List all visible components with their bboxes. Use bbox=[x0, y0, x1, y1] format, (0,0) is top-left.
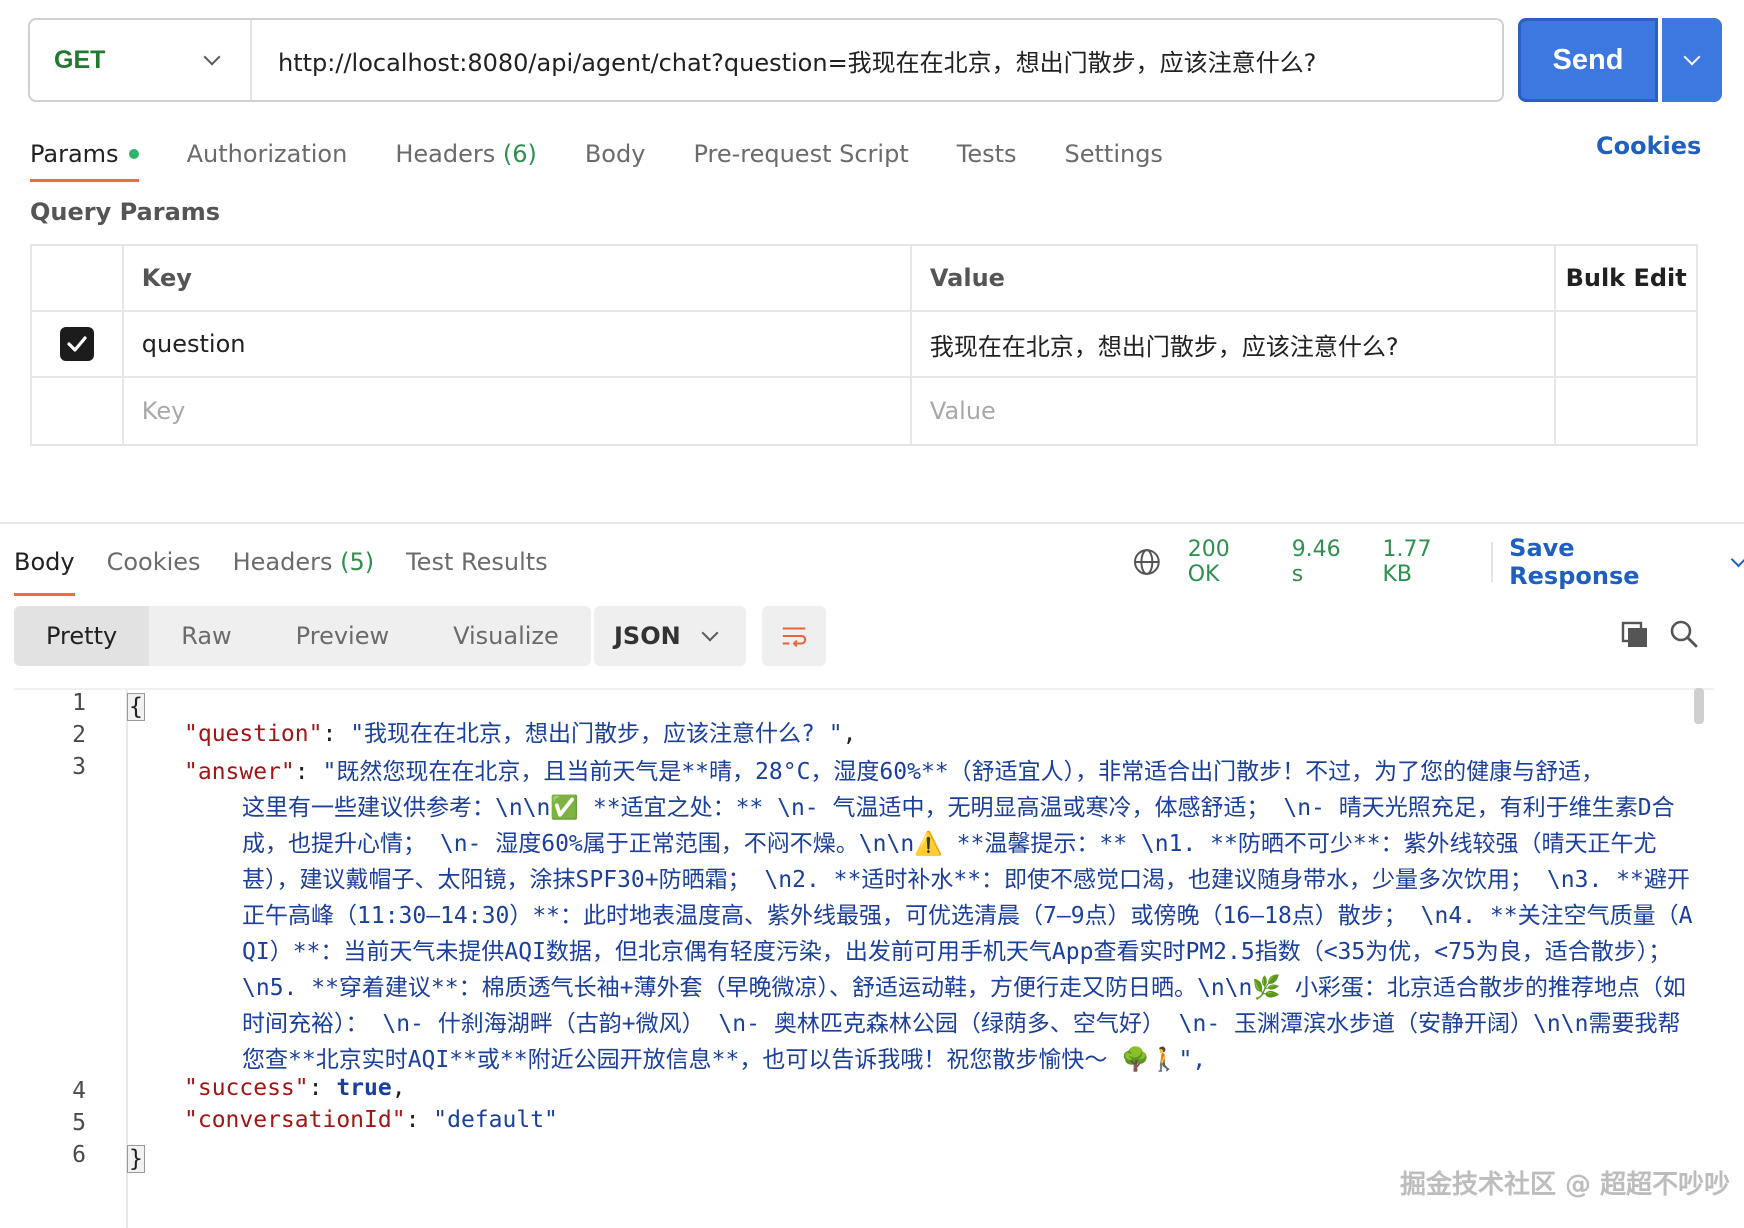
tab-params[interactable]: Params bbox=[30, 128, 139, 182]
close-brace: } bbox=[127, 1145, 145, 1173]
response-body-editor[interactable]: 1 2 3 4 5 6 { "question": "我现在在北京，想出门散步，… bbox=[14, 688, 1714, 1228]
line-number: 5 bbox=[72, 1110, 86, 1136]
request-tabs: Params Authorization Headers (6) Body Pr… bbox=[30, 128, 1211, 184]
save-response-label: Save Response bbox=[1509, 534, 1640, 590]
code-line-question: "question": "我现在在北京，想出门散步，应该注意什么? ", bbox=[184, 721, 857, 747]
view-preview-button[interactable]: Preview bbox=[264, 606, 421, 666]
response-size[interactable]: 1.77 KB bbox=[1383, 537, 1468, 587]
format-label: JSON bbox=[614, 622, 681, 650]
empty-actions-cell bbox=[1556, 378, 1696, 444]
tab-headers-label: Headers bbox=[395, 140, 496, 168]
tab-response-cookies[interactable]: Cookies bbox=[107, 536, 201, 588]
json-key: "success" bbox=[184, 1075, 309, 1101]
tab-settings[interactable]: Settings bbox=[1065, 128, 1163, 180]
json-key: "conversationId" bbox=[184, 1107, 406, 1133]
row-checkbox-cell bbox=[32, 312, 124, 376]
tab-response-headers-label: Headers bbox=[232, 548, 333, 576]
wrap-lines-button[interactable] bbox=[762, 606, 826, 666]
watermark: 掘金技术社区 @ 超超不吵吵 bbox=[1400, 1170, 1731, 1200]
chevron-down-icon bbox=[203, 48, 221, 66]
cookies-link[interactable]: Cookies bbox=[1596, 132, 1701, 160]
table-row-empty: Key Value bbox=[32, 378, 1696, 444]
response-status-bar: 200 OK 9.46 s 1.77 KB Save Response bbox=[1132, 534, 1744, 590]
new-key-field[interactable]: Key bbox=[124, 378, 912, 444]
url-input[interactable] bbox=[252, 20, 1502, 100]
code-line-answer: "answer": "既然您现在在北京，且当前天气是**晴，28°C，湿度60%… bbox=[184, 754, 1694, 1078]
pane-divider[interactable] bbox=[0, 522, 1744, 524]
view-visualize-button[interactable]: Visualize bbox=[421, 606, 591, 666]
json-string: "既然您现在在北京，且当前天气是**晴，28°C，湿度60%**（舒适宜人），非… bbox=[322, 759, 1605, 785]
line-number: 1 bbox=[72, 690, 86, 716]
tab-headers[interactable]: Headers (6) bbox=[395, 128, 537, 180]
checkmark-icon bbox=[67, 336, 87, 352]
status-code[interactable]: 200 OK bbox=[1188, 537, 1268, 587]
line-number: 2 bbox=[72, 722, 86, 748]
tab-test-results[interactable]: Test Results bbox=[406, 536, 548, 588]
wrap-icon bbox=[782, 627, 807, 648]
request-url-bar: GET bbox=[28, 18, 1504, 102]
code-line-conversation-id: "conversationId": "default" bbox=[184, 1107, 558, 1133]
query-params-title: Query Params bbox=[30, 198, 221, 226]
method-label: GET bbox=[54, 45, 106, 74]
status-divider bbox=[1491, 542, 1494, 582]
param-value-field[interactable]: 我现在在北京，想出门散步，应该注意什么? bbox=[912, 312, 1557, 376]
vertical-scrollbar[interactable] bbox=[1694, 688, 1704, 724]
send-options-button[interactable] bbox=[1662, 18, 1722, 102]
column-header-key: Key bbox=[124, 246, 912, 310]
row-enabled-checkbox[interactable] bbox=[59, 327, 94, 361]
json-key: "question" bbox=[184, 721, 323, 747]
tab-prerequest-script[interactable]: Pre-request Script bbox=[693, 128, 908, 180]
json-string: "我现在在北京，想出门散步，应该注意什么? " bbox=[350, 721, 843, 747]
tab-response-headers-count: (5) bbox=[340, 548, 375, 576]
json-string-continued: 这里有一些建议供参考：\n\n✅ **适宜之处：** \n- 气温适中，无明显高… bbox=[242, 795, 1693, 1073]
line-number: 6 bbox=[72, 1142, 86, 1168]
tab-response-body[interactable]: Body bbox=[14, 536, 75, 596]
table-header-row: Key Value Bulk Edit bbox=[32, 246, 1696, 312]
json-key: "answer" bbox=[184, 759, 295, 785]
tab-headers-count: (6) bbox=[502, 140, 537, 168]
bulk-edit-button[interactable]: Bulk Edit bbox=[1556, 246, 1696, 310]
header-checkbox-cell bbox=[32, 246, 124, 310]
response-time[interactable]: 9.46 s bbox=[1292, 537, 1359, 587]
params-active-dot-icon bbox=[128, 149, 139, 159]
line-number: 4 bbox=[72, 1078, 86, 1104]
view-mode-group: Pretty Raw Preview Visualize bbox=[14, 606, 591, 666]
code-line-success: "success": true, bbox=[184, 1075, 406, 1101]
open-brace: { bbox=[127, 693, 145, 721]
column-header-value: Value bbox=[912, 246, 1557, 310]
chevron-down-icon bbox=[701, 624, 719, 642]
tab-response-headers[interactable]: Headers (5) bbox=[233, 536, 375, 588]
json-boolean: true bbox=[336, 1075, 392, 1101]
row-actions-cell bbox=[1556, 312, 1696, 376]
method-select[interactable]: GET bbox=[30, 20, 252, 100]
param-key-field[interactable]: question bbox=[124, 312, 912, 376]
view-pretty-button[interactable]: Pretty bbox=[14, 606, 150, 666]
tab-body[interactable]: Body bbox=[585, 128, 646, 180]
empty-checkbox-cell bbox=[32, 378, 124, 444]
json-string: "default" bbox=[433, 1107, 558, 1133]
chevron-down-icon bbox=[1683, 48, 1701, 66]
globe-icon[interactable] bbox=[1132, 547, 1162, 577]
line-number: 3 bbox=[72, 754, 86, 780]
search-icon[interactable] bbox=[1668, 618, 1700, 650]
tab-authorization[interactable]: Authorization bbox=[187, 128, 348, 180]
copy-icon[interactable] bbox=[1620, 620, 1650, 650]
send-button[interactable]: Send bbox=[1518, 18, 1658, 102]
chevron-down-icon bbox=[1730, 551, 1744, 567]
response-tabs: Body Cookies Headers (5) Test Results bbox=[14, 536, 580, 596]
table-row: question 我现在在北京，想出门散步，应该注意什么? bbox=[32, 312, 1696, 378]
tab-tests[interactable]: Tests bbox=[957, 128, 1017, 180]
new-value-field[interactable]: Value bbox=[912, 378, 1557, 444]
tab-params-label: Params bbox=[30, 140, 119, 168]
format-select[interactable]: JSON bbox=[594, 606, 746, 666]
view-raw-button[interactable]: Raw bbox=[149, 606, 263, 666]
save-response-button[interactable]: Save Response bbox=[1509, 534, 1744, 590]
query-params-table: Key Value Bulk Edit question 我现在在北京，想出门散… bbox=[30, 244, 1698, 446]
